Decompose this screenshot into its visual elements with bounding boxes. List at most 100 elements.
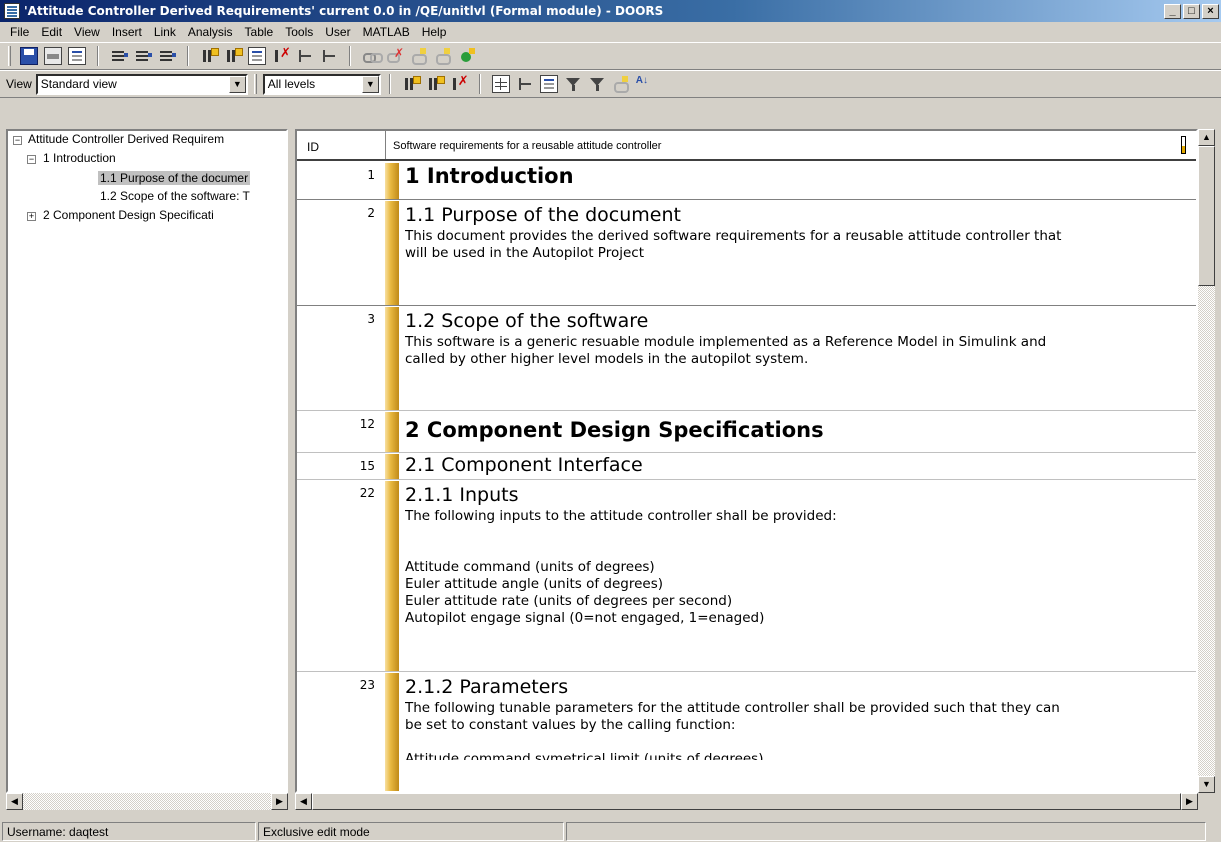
object-text-line: Euler attitude angle (units of degrees) [405,576,664,592]
expand-icon[interactable]: + [27,212,36,221]
insert-table-icon[interactable] [296,47,314,65]
object-text-line [405,525,1186,542]
tree-item-purpose[interactable]: 1.1 Purpose of the documer [98,171,251,185]
filter-icon[interactable] [564,75,582,93]
status-username: Username: daqtest [2,821,256,841]
new-object-icon[interactable] [402,75,421,93]
toolbar-separator [349,46,351,66]
view-select[interactable]: Standard view ▼ [35,73,248,95]
view-label: View [6,77,32,91]
document-view[interactable]: ID Software requirements for a reusable … [295,129,1198,793]
document-vertical-scrollbar[interactable]: ▲ ▼ [1198,129,1215,793]
chevron-down-icon[interactable]: ▼ [228,75,246,93]
copy-object-icon[interactable] [248,47,266,65]
menu-link[interactable]: Link [148,25,182,39]
menu-analysis[interactable]: Analysis [182,25,239,39]
view-select-value: Standard view [40,77,117,91]
maximize-button[interactable]: □ [1183,3,1200,19]
delete-link-icon[interactable] [386,46,404,65]
analysis-icon[interactable] [612,75,630,93]
delete-object-icon[interactable] [272,45,291,65]
menu-table[interactable]: Table [239,25,280,39]
object-text-line: will be used in the Autopilot Project [405,245,644,261]
promote-icon[interactable] [134,47,152,65]
save-icon[interactable] [20,47,38,65]
doors-module-icon [4,3,20,19]
scroll-left-icon[interactable]: ◀ [295,793,312,810]
demote-icon[interactable] [110,47,128,65]
show-outline-icon[interactable] [539,75,558,93]
scroll-down-icon[interactable]: ▼ [1198,776,1215,793]
insert-object-above-icon[interactable] [224,47,243,65]
link-icon[interactable] [362,47,383,65]
object-row[interactable]: 22 2.1.1 Inputs The following inputs to … [297,481,1196,672]
print-icon[interactable] [44,47,62,65]
filter-options-icon[interactable] [588,75,606,93]
menu-view[interactable]: View [68,25,106,39]
scroll-right-icon[interactable]: ▶ [271,793,288,810]
vertical-scroll-thumb[interactable] [1198,146,1215,286]
object-row[interactable]: 23 2.1.2 Parameters The following tunabl… [297,673,1196,791]
close-button[interactable]: × [1202,3,1219,19]
menu-edit[interactable]: Edit [35,25,68,39]
menu-file[interactable]: File [4,25,35,39]
object-heading: 2.1 Component Interface [405,454,643,476]
object-row[interactable]: 1 1 Introduction [297,163,1196,200]
column-divider[interactable] [385,131,386,159]
object-text-line: The following inputs to the attitude con… [405,508,837,524]
show-explorer-icon[interactable] [491,75,510,93]
tree-root[interactable]: Attitude Controller Derived Requirem [28,132,224,146]
title-bar: 'Attitude Controller Derived Requirement… [0,0,1221,22]
menu-bar: File Edit View Insert Link Analysis Tabl… [0,22,1221,42]
collapse-icon[interactable]: − [27,155,36,164]
object-row[interactable]: 3 1.2 Scope of the software This softwar… [297,307,1196,411]
chevron-down-icon[interactable]: ▼ [361,75,379,93]
tree-item-component-design[interactable]: 2 Component Design Specificati [43,208,214,222]
object-heading-bar [385,163,399,199]
toolbar-separator [478,74,481,94]
scroll-up-icon[interactable]: ▲ [1198,129,1215,146]
new-child-icon[interactable] [426,75,445,93]
minimize-button[interactable]: _ [1164,3,1181,19]
insert-object-below-icon[interactable] [200,47,219,65]
object-row[interactable]: 2 1.1 Purpose of the document This docum… [297,201,1196,306]
link-set-icon[interactable] [434,47,452,65]
menu-insert[interactable]: Insert [106,25,148,39]
tree-horizontal-scrollbar[interactable]: ◀ ▶ [6,793,288,810]
tree-item-introduction[interactable]: 1 Introduction [43,151,116,165]
table-structure-icon[interactable] [320,47,338,65]
menu-help[interactable]: Help [416,25,453,39]
document-horizontal-scrollbar[interactable]: ◀ ▶ [295,793,1198,810]
menu-tools[interactable]: Tools [279,25,319,39]
matlab-link-icon[interactable] [458,47,476,65]
object-text-line: The following tunable parameters for the… [405,700,1060,716]
toolbar-separator [187,46,189,66]
main-column-header[interactable]: Software requirements for a reusable att… [393,140,661,152]
object-row[interactable]: 12 2 Component Design Specifications [297,412,1196,453]
object-text: The following tunable parameters for the… [405,700,1186,760]
sort-icon[interactable] [636,75,654,93]
levels-select[interactable]: All levels ▼ [262,73,381,95]
menu-user[interactable]: User [319,25,356,39]
scroll-left-icon[interactable]: ◀ [6,793,23,810]
link-module-icon[interactable] [410,47,428,65]
collapse-icon[interactable]: − [13,136,22,145]
status-empty-panel [566,821,1206,841]
module-explorer-tree[interactable]: − Attitude Controller Derived Requirem −… [6,129,288,793]
tree-item-scope[interactable]: 1.2 Scope of the software: T [100,189,250,203]
horizontal-scroll-thumb[interactable] [312,793,1181,810]
id-column-header[interactable]: ID [307,140,319,154]
object-text-line: Euler attitude rate (units of degrees pe… [405,593,733,609]
toolbar-grip[interactable] [8,46,11,66]
cut-object-icon[interactable] [450,73,469,93]
object-heading: 2.1.1 Inputs [405,484,519,506]
properties-icon[interactable] [68,47,86,65]
show-links-icon[interactable] [516,75,534,93]
scroll-right-icon[interactable]: ▶ [1181,793,1198,810]
object-text-line: This software is a generic resuable modu… [405,334,1047,350]
object-id: 1 [367,168,375,182]
indent-icon[interactable] [158,47,176,65]
menu-matlab[interactable]: MATLAB [357,25,416,39]
toolbar-grip[interactable] [253,74,257,94]
object-row[interactable]: 15 2.1 Component Interface [297,454,1196,480]
